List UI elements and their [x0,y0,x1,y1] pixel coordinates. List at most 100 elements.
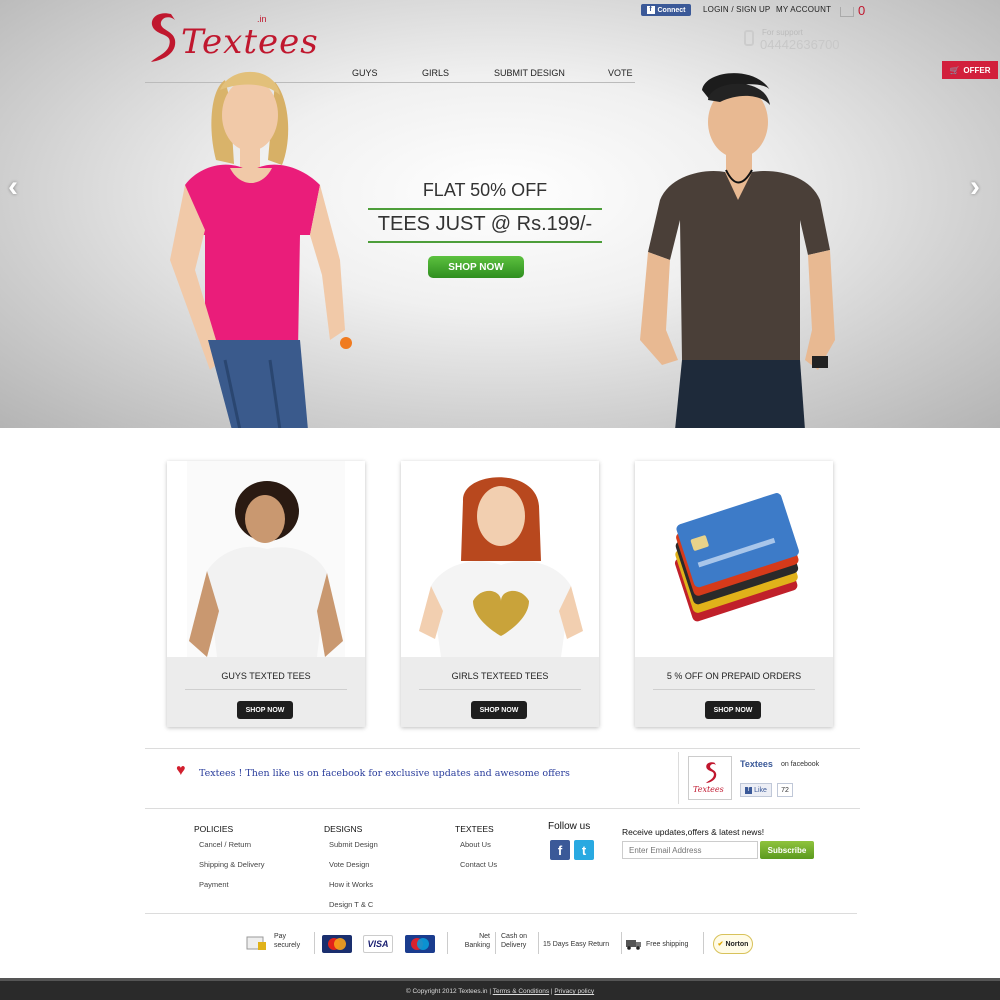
footer-link-design-tc[interactable]: Design T & C [329,900,373,909]
maestro-icon [405,935,435,953]
free-shipping-label: Free shipping [646,941,689,948]
vertical-divider [678,752,679,804]
logo-swirl-icon [151,13,176,62]
cart-icon: 🛒 [949,65,960,75]
footer-heading-designs: DESIGNS [324,824,363,834]
subscribe-button[interactable]: Subscribe [760,841,814,859]
terms-link[interactable]: Terms & Conditions [493,988,549,995]
facebook-connect-button[interactable]: f Connect [641,4,691,16]
net-banking-label: Net Banking [464,933,490,949]
guy-in-tee-image [187,461,345,657]
facebook-icon[interactable]: f [550,840,570,860]
payment-divider [314,932,315,954]
footer-link-shipping-delivery[interactable]: Shipping & Delivery [199,860,264,869]
facebook-page-name[interactable]: Textees [740,759,773,769]
facebook-icon: f [646,6,655,14]
visa-icon: VISA [363,935,393,953]
payment-divider [447,932,448,954]
payment-divider [538,932,539,954]
nav-submit-design[interactable]: SUBMIT DESIGN [494,68,565,78]
cart-icon [840,7,854,17]
footer-heading-policies: POLICIES [194,824,234,834]
male-model-image [640,73,835,428]
site-logo[interactable]: Textees .in [145,8,318,68]
pay-securely-label: Pay securely [274,933,301,949]
product-card-prepaid[interactable]: 5 % OFF ON PREPAID ORDERS SHOP NOW [635,461,833,727]
norton-label: Norton [725,940,749,948]
support-label: For support [762,28,803,37]
newsletter-label: Receive updates,offers & latest news! [622,827,765,837]
logo-suffix: .in [257,14,267,24]
card-title: GIRLS TEXTEED TEES [451,671,549,681]
footer-link-how-it-works[interactable]: How it Works [329,880,373,889]
footer-link-about-us[interactable]: About Us [460,840,491,849]
copyright-text: © Copyright 2012 Textees.in | [405,988,492,995]
payment-divider [703,932,704,954]
phone-icon [744,30,754,46]
easy-return-label: 15 Days Easy Return [543,941,610,948]
facebook-like-count: 72 [777,783,793,797]
hero-prev-arrow[interactable]: ‹ [8,172,28,202]
logo-wordmark: Textees [181,22,319,62]
footer-link-contact-us[interactable]: Contact Us [460,860,497,869]
card-image[interactable] [167,461,365,657]
norton-secured-badge: ✔ Norton [713,934,753,954]
facebook-promo-message: Textees ! Then like us on facebook for e… [199,768,570,779]
payment-divider [495,932,496,954]
card-shop-now-button[interactable]: SHOP NOW [237,701,293,719]
card-shop-now-button[interactable]: SHOP NOW [705,701,761,719]
mastercard-icon [322,935,352,953]
offer-label: OFFER [963,65,991,75]
nav-girls[interactable]: GIRLS [422,68,449,78]
promo-price: TEES JUST @ Rs.199/- [377,213,593,235]
payment-divider [621,932,622,954]
follow-us-label: Follow us [548,821,591,832]
footer-link-cancel-return[interactable]: Cancel / Return [199,840,251,849]
secure-payment-icon [246,936,266,950]
cash-on-delivery-label: Cash on Delivery [501,933,528,949]
promo-divider-top [368,208,602,210]
hero-banner: Textees .in f Connect LOGIN / SIGN UP MY… [0,0,1000,428]
cart-count: 0 [858,3,866,18]
girl-in-tee-image [419,477,583,657]
hero-shop-now-button[interactable]: SHOP NOW [428,256,524,278]
truck-icon [626,940,641,950]
logo-swirl-icon [705,762,717,784]
section-divider [145,748,860,749]
footer-link-submit-design[interactable]: Submit Design [329,840,378,849]
card-divider [653,689,815,690]
product-card-girls[interactable]: GIRLS TEXTEED TEES SHOP NOW [401,461,599,727]
card-divider [419,689,581,690]
my-account-link[interactable]: MY ACCOUNT [776,5,831,14]
footer-bar: © Copyright 2012 Textees.in | Terms & Co… [0,978,1000,1000]
facebook-page-logo-text: Textees [693,785,724,794]
footer-link-vote-design[interactable]: Vote Design [329,860,369,869]
nav-vote[interactable]: VOTE [608,68,633,78]
facebook-icon: f [745,786,753,794]
promo-divider-bottom [368,241,602,243]
cart-button[interactable]: 0 [840,3,868,21]
privacy-link[interactable]: Privacy policy [554,988,594,995]
facebook-page-logo[interactable]: Textees [688,756,732,800]
product-card-guys[interactable]: GUYS TEXTED TEES SHOP NOW [167,461,365,727]
card-shop-now-button[interactable]: SHOP NOW [471,701,527,719]
hero-next-arrow[interactable]: › [970,172,990,202]
heart-icon: ♥ [176,762,186,779]
card-image[interactable] [635,461,833,657]
facebook-connect-label: Connect [657,6,686,14]
section-divider [145,808,860,809]
check-icon: ✔ [717,941,724,948]
offer-tab[interactable]: 🛒 OFFER [942,61,998,79]
facebook-like-button[interactable]: f Like [740,783,772,797]
female-model-image [170,71,352,428]
credit-cards-image [674,493,799,622]
twitter-icon[interactable]: t [574,840,594,860]
support-phone: 04442636700 [760,37,840,52]
card-image[interactable] [401,461,599,657]
login-signup-link[interactable]: LOGIN / SIGN UP [703,5,770,14]
footer-link-payment[interactable]: Payment [199,880,229,889]
newsletter-email-input[interactable] [622,841,758,859]
section-divider [145,913,857,914]
card-title: GUYS TEXTED TEES [221,671,311,681]
footer-heading-textees: TEXTEES [455,824,494,834]
